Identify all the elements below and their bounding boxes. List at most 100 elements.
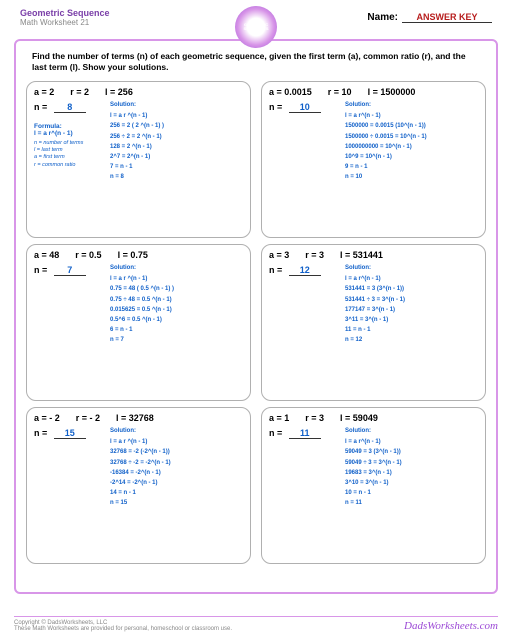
title: Geometric Sequence — [20, 8, 110, 18]
answer: n = 7 — [34, 265, 104, 276]
instructions: Find the number of terms (n) of each geo… — [22, 49, 490, 81]
solution-step: 10^9 = 10^(n - 1) — [345, 152, 478, 162]
given-values: a = 1 r = 3 l = 59049 — [269, 413, 478, 423]
given-values: a = 48 r = 0.5 l = 0.75 — [34, 250, 243, 260]
solution-step: 1500000 = 0.0015 (10^(n - 1)) — [345, 121, 478, 131]
worksheet-page: Geometric Sequence Math Worksheet 21 Nam… — [0, 0, 512, 640]
solution-step: 177147 = 3^(n - 1) — [345, 305, 478, 315]
solution-step: 256 ÷ 2 = 2 ^(n - 1) — [110, 132, 243, 142]
given-r: r = 0.5 — [75, 250, 101, 260]
given-l: l = 256 — [105, 87, 133, 97]
solution-step: 32768 ÷ -2 = -2^(n - 1) — [110, 458, 243, 468]
solution-header: Solution: — [110, 263, 243, 273]
solution-step: 9 = n - 1 — [345, 162, 478, 172]
solution-step: l = a r^(n - 1) — [345, 274, 478, 284]
solution-step: 1000000000 = 10^(n - 1) — [345, 142, 478, 152]
solution-step: n = 7 — [110, 335, 243, 345]
solution-step: l = a r^(n - 1) — [345, 437, 478, 447]
problem-box: a = 2r = 2l = 256n = 8Formula:l = a r^(n… — [26, 81, 251, 238]
solution-step: 0.75 = 48 ( 0.5 ^(n - 1) ) — [110, 284, 243, 294]
solution: Solution:l = a r^(n - 1)1500000 = 0.0015… — [345, 100, 478, 183]
solution-step: l = a r ^(n - 1) — [110, 274, 243, 284]
given-r: r = 2 — [70, 87, 89, 97]
answer: n = 15 — [34, 428, 104, 439]
problem-box: a = 3r = 3l = 531441n = 12Solution:l = a… — [261, 244, 486, 401]
footer: Copyright © DadsWorksheets, LLC These Ma… — [14, 616, 498, 632]
solution-header: Solution: — [345, 100, 478, 110]
solution: Solution:l = a r ^(n - 1)0.75 = 48 ( 0.5… — [110, 263, 243, 346]
name-label: Name: — [367, 12, 398, 23]
answer-key-badge: ANSWER KEY — [402, 12, 492, 23]
given-r: r = 10 — [328, 87, 352, 97]
solution: Solution:l = a r ^(n - 1)32768 = -2 (-2^… — [110, 426, 243, 509]
solution-step: n = 15 — [110, 498, 243, 508]
problem-box: a = 1r = 3l = 59049n = 11Solution:l = a … — [261, 407, 486, 564]
given-l: l = 531441 — [340, 250, 383, 260]
solution-step: l = a r ^(n - 1) — [110, 111, 243, 121]
solution-step: l = a r ^(n - 1) — [110, 437, 243, 447]
solution-header: Solution: — [110, 100, 243, 110]
solution-header: Solution: — [110, 426, 243, 436]
answer: n = 12 — [269, 265, 339, 276]
solution-step: n = 11 — [345, 498, 478, 508]
solution-step: 256 = 2 ( 2 ^(n - 1) ) — [110, 121, 243, 131]
given-values: a = 2 r = 2 l = 256 — [34, 87, 243, 97]
formula: Formula:l = a r^(n - 1) — [34, 123, 104, 137]
solution: Solution:l = a r ^(n - 1)256 = 2 ( 2 ^(n… — [110, 100, 243, 183]
problem-box: a = 0.0015r = 10l = 1500000n = 10Solutio… — [261, 81, 486, 238]
solution-step: 7 = n - 1 — [110, 162, 243, 172]
header-left: Geometric Sequence Math Worksheet 21 — [20, 8, 110, 27]
solution-step: n = 8 — [110, 172, 243, 182]
legend: n = number of terms l = last term a = fi… — [34, 140, 104, 169]
solution-step: 0.75 ÷ 48 = 0.5 ^(n - 1) — [110, 295, 243, 305]
solution-step: 2^7 = 2^(n - 1) — [110, 152, 243, 162]
given-a: a = 48 — [34, 250, 59, 260]
given-values: a = 0.0015r = 10l = 1500000 — [269, 87, 478, 97]
solution-step: l = a r^(n - 1) — [345, 111, 478, 121]
solution-step: 10 = n - 1 — [345, 488, 478, 498]
footer-note: These Math Worksheets are provided for p… — [14, 626, 232, 632]
given-l: l = 1500000 — [368, 87, 416, 97]
problem-box: a = 48r = 0.5l = 0.75n = 7Solution:l = a… — [26, 244, 251, 401]
solution: Solution:l = a r^(n - 1)531441 = 3 (3^(n… — [345, 263, 478, 346]
solution-step: 531441 ÷ 3 = 3^(n - 1) — [345, 295, 478, 305]
solution-step: 59049 = 3 (3^(n - 1)) — [345, 447, 478, 457]
given-values: a = 3 r = 3 l = 531441 — [269, 250, 478, 260]
solution-step: n = 12 — [345, 335, 478, 345]
given-a: a = 2 — [34, 87, 54, 97]
solution-step: 128 = 2 ^(n - 1) — [110, 142, 243, 152]
solution: Solution:l = a r^(n - 1)59049 = 3 (3^(n … — [345, 426, 478, 509]
solution-step: n = 10 — [345, 172, 478, 182]
subtitle: Math Worksheet 21 — [20, 18, 110, 27]
solution-step: 3^10 = 3^(n - 1) — [345, 478, 478, 488]
footer-left: Copyright © DadsWorksheets, LLC These Ma… — [14, 620, 232, 632]
solution-step: 59049 ÷ 3 = 3^(n - 1) — [345, 458, 478, 468]
given-l: l = 32768 — [116, 413, 154, 423]
given-a: a = 3 — [269, 250, 289, 260]
given-r: r = 3 — [305, 250, 324, 260]
answer: n = 10 — [269, 102, 339, 113]
given-a: a = 1 — [269, 413, 289, 423]
given-r: r = - 2 — [76, 413, 100, 423]
solution-step: 32768 = -2 (-2^(n - 1)) — [110, 447, 243, 457]
given-l: l = 0.75 — [118, 250, 148, 260]
solution-step: 0.5^6 = 0.5 ^(n - 1) — [110, 315, 243, 325]
problem-grid: a = 2r = 2l = 256n = 8Formula:l = a r^(n… — [22, 81, 490, 564]
solution-step: 19683 = 3^(n - 1) — [345, 468, 478, 478]
answer: n = 8 — [34, 102, 104, 113]
solution-step: 531441 = 3 (3^(n - 1)) — [345, 284, 478, 294]
brand: DadsWorksheets.com — [404, 620, 498, 632]
solution-header: Solution: — [345, 263, 478, 273]
solution-step: 1500000 ÷ 0.0015 = 10^(n - 1) — [345, 132, 478, 142]
solution-header: Solution: — [345, 426, 478, 436]
given-l: l = 59049 — [340, 413, 378, 423]
answer: n = 11 — [269, 428, 339, 439]
solution-step: 3^11 = 3^(n - 1) — [345, 315, 478, 325]
given-r: r = 3 — [305, 413, 324, 423]
given-a: a = - 2 — [34, 413, 60, 423]
given-values: a = - 2 r = - 2 l = 32768 — [34, 413, 243, 423]
header-right: Name: ANSWER KEY — [367, 8, 492, 27]
solution-step: 11 = n - 1 — [345, 325, 478, 335]
solution-step: -16384 = -2^(n - 1) — [110, 468, 243, 478]
solution-step: 14 = n - 1 — [110, 488, 243, 498]
